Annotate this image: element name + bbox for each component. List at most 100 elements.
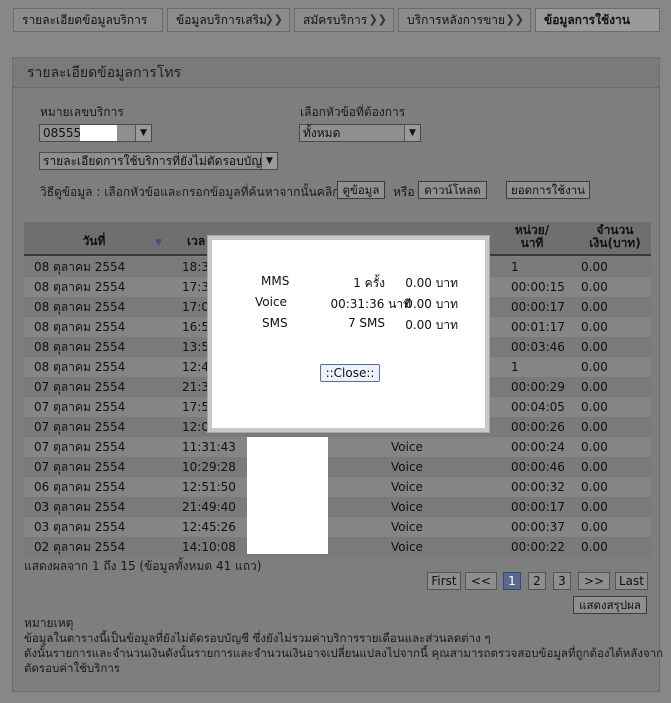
view-data-button[interactable]: ดูข้อมูล (337, 181, 385, 199)
dropdown-arrow-icon: ▼ (261, 153, 277, 169)
summary-qty: 1 ครั้ง (353, 276, 385, 290)
chevron-down-icon: ❯❯ (505, 13, 524, 26)
topic-value: ทั้งหมด (303, 126, 341, 140)
cell-amount: 0.00 (581, 360, 608, 374)
chevron-down-icon: ❯❯ (368, 13, 387, 26)
cell-unit: 00:00:24 (511, 440, 565, 454)
tab-label: รายละเอียดข้อมูลบริการ (22, 13, 148, 27)
cell-unit: 00:00:46 (511, 460, 565, 474)
cell-unit: 00:00:17 (511, 300, 565, 314)
tab-subscribe[interactable]: สมัครบริการ ❯❯ (294, 8, 394, 32)
cell-amount: 0.00 (581, 440, 608, 454)
howto-text: วิธีดูข้อมูล : เลือกหัวข้อและกรอกข้อมูลท… (40, 185, 355, 199)
chevron-down-icon: ❯❯ (264, 13, 283, 26)
cell-unit: 00:00:32 (511, 480, 565, 494)
tab-supplementary-services[interactable]: ข้อมูลบริการเสริม ❯❯ (167, 8, 290, 32)
cell-amount: 0.00 (581, 340, 608, 354)
show-summary-button[interactable]: แสดงสรุปผล (573, 596, 647, 614)
result-summary-text: แสดงผลจาก 1 ถึง 15 (ข้อมูลทั้งหมด 41 แถว… (24, 559, 262, 573)
cell-type: Voice (391, 460, 423, 474)
summary-row-sms: SMS 7 SMS 0.00 บาท (212, 316, 485, 336)
cell-amount: 0.00 (581, 260, 608, 274)
cell-amount: 0.00 (581, 480, 608, 494)
cell-unit: 00:00:29 (511, 380, 565, 394)
summary-label: MMS (261, 274, 290, 288)
redacted-number (80, 125, 117, 141)
cell-date: 08 ตุลาคม 2554 (34, 260, 126, 274)
cell-date: 08 ตุลาคม 2554 (34, 320, 126, 334)
table-row: 03 ตุลาคม 2554 12:45:26 Voice 00:00:37 0.00 (24, 517, 651, 537)
pager-first-button[interactable]: First (427, 572, 461, 590)
cell-amount: 0.00 (581, 320, 608, 334)
usage-total-button[interactable]: ยอดการใช้งาน (506, 181, 590, 199)
cell-date: 07 ตุลาคม 2554 (34, 400, 126, 414)
panel-title: รายละเอียดข้อมูลการโทร (13, 58, 659, 88)
table-row: 06 ตุลาคม 2554 12:51:50 Voice 00:00:32 0.00 (24, 477, 651, 497)
pager-prev-button[interactable]: << (465, 572, 497, 590)
cell-type: Voice (391, 440, 423, 454)
summary-price: 0.00 บาท (405, 318, 458, 332)
column-header-date[interactable]: วันที่ (64, 232, 124, 251)
cell-date: 08 ตุลาคม 2554 (34, 340, 126, 354)
pager-last-button[interactable]: Last (615, 572, 648, 590)
tab-after-sales[interactable]: บริการหลังการขาย ❯❯ (398, 8, 531, 32)
pager-page-2[interactable]: 2 (528, 572, 546, 590)
summary-row-voice: Voice 00:31:36 นาที 0.00 บาท (212, 295, 485, 315)
redacted-destination (247, 437, 328, 554)
service-number-label: หมายเลขบริการ (40, 105, 124, 119)
pager-next-button[interactable]: >> (578, 572, 610, 590)
column-header-amount[interactable]: จำนวน เงิน(บาท) (579, 224, 651, 250)
cell-amount: 0.00 (581, 400, 608, 414)
cell-amount: 0.00 (581, 540, 608, 554)
cell-amount: 0.00 (581, 500, 608, 514)
table-row: 07 ตุลาคม 2554 11:31:43 Voice 00:00:24 0.00 (24, 437, 651, 457)
cell-unit: 00:03:46 (511, 340, 565, 354)
cell-amount: 0.00 (581, 460, 608, 474)
detail-type-value: รายละเอียดการใช้บริการที่ยังไม่ตัดรอบบัญ… (43, 154, 270, 168)
dropdown-arrow-icon: ▼ (135, 125, 151, 141)
cell-amount: 0.00 (581, 520, 608, 534)
cell-unit: 00:04:05 (511, 400, 565, 414)
sort-desc-icon[interactable]: ▼ (155, 238, 162, 248)
table-row: 02 ตุลาคม 2554 14:10:08 Voice 00:00:22 0.00 (24, 537, 651, 557)
cell-unit: 00:00:17 (511, 500, 565, 514)
dropdown-arrow-icon: ▼ (404, 125, 420, 141)
summary-row-mms: MMS 1 ครั้ง 0.00 บาท (212, 274, 485, 294)
cell-date: 07 ตุลาคม 2554 (34, 380, 126, 394)
summary-price: 0.00 บาท (405, 276, 458, 290)
summary-label: SMS (262, 316, 288, 330)
cell-unit: 00:00:26 (511, 420, 565, 434)
cell-date: 07 ตุลาคม 2554 (34, 420, 126, 434)
cell-unit: 1 (511, 360, 519, 374)
page-background: รายละเอียดข้อมูลบริการ ข้อมูลบริการเสริม… (0, 0, 671, 703)
cell-amount: 0.00 (581, 420, 608, 434)
table-row: 07 ตุลาคม 2554 10:29:28 Voice 00:00:46 0.00 (24, 457, 651, 477)
cell-date: 08 ตุลาคม 2554 (34, 360, 126, 374)
cell-date: 02 ตุลาคม 2554 (34, 540, 126, 554)
tab-service-details[interactable]: รายละเอียดข้อมูลบริการ (13, 8, 163, 32)
summary-qty: 00:31:36 นาที (330, 297, 411, 311)
close-button[interactable]: ::Close:: (320, 364, 380, 382)
pager-page-3[interactable]: 3 (553, 572, 571, 590)
cell-time: 11:31:43 (182, 440, 236, 454)
cell-date: 03 ตุลาคม 2554 (34, 500, 126, 514)
cell-date: 07 ตุลาคม 2554 (34, 460, 126, 474)
topic-select[interactable]: ทั้งหมด ▼ (299, 124, 421, 142)
tab-usage-info[interactable]: ข้อมูลการใช้งาน (535, 8, 660, 32)
service-number-value: 08555 (43, 126, 82, 140)
tab-label: ข้อมูลการใช้งาน (544, 13, 630, 27)
column-header-unit[interactable]: หน่วย/ นาที (504, 224, 560, 250)
summary-label: Voice (255, 295, 287, 309)
cell-date: 06 ตุลาคม 2554 (34, 480, 126, 494)
tab-label: สมัครบริการ (303, 13, 368, 27)
cell-type: Voice (391, 480, 423, 494)
detail-type-select[interactable]: รายละเอียดการใช้บริการที่ยังไม่ตัดรอบบัญ… (39, 152, 278, 170)
cell-unit: 00:01:17 (511, 320, 565, 334)
cell-unit: 00:00:37 (511, 520, 565, 534)
pager-page-1[interactable]: 1 (503, 572, 521, 590)
tab-label: ข้อมูลบริการเสริม (176, 13, 267, 27)
download-button[interactable]: ดาวน์โหลด (418, 181, 487, 199)
or-text: หรือ (393, 185, 415, 199)
topic-label: เลือกหัวข้อที่ต้องการ (300, 105, 406, 119)
cell-amount: 0.00 (581, 380, 608, 394)
